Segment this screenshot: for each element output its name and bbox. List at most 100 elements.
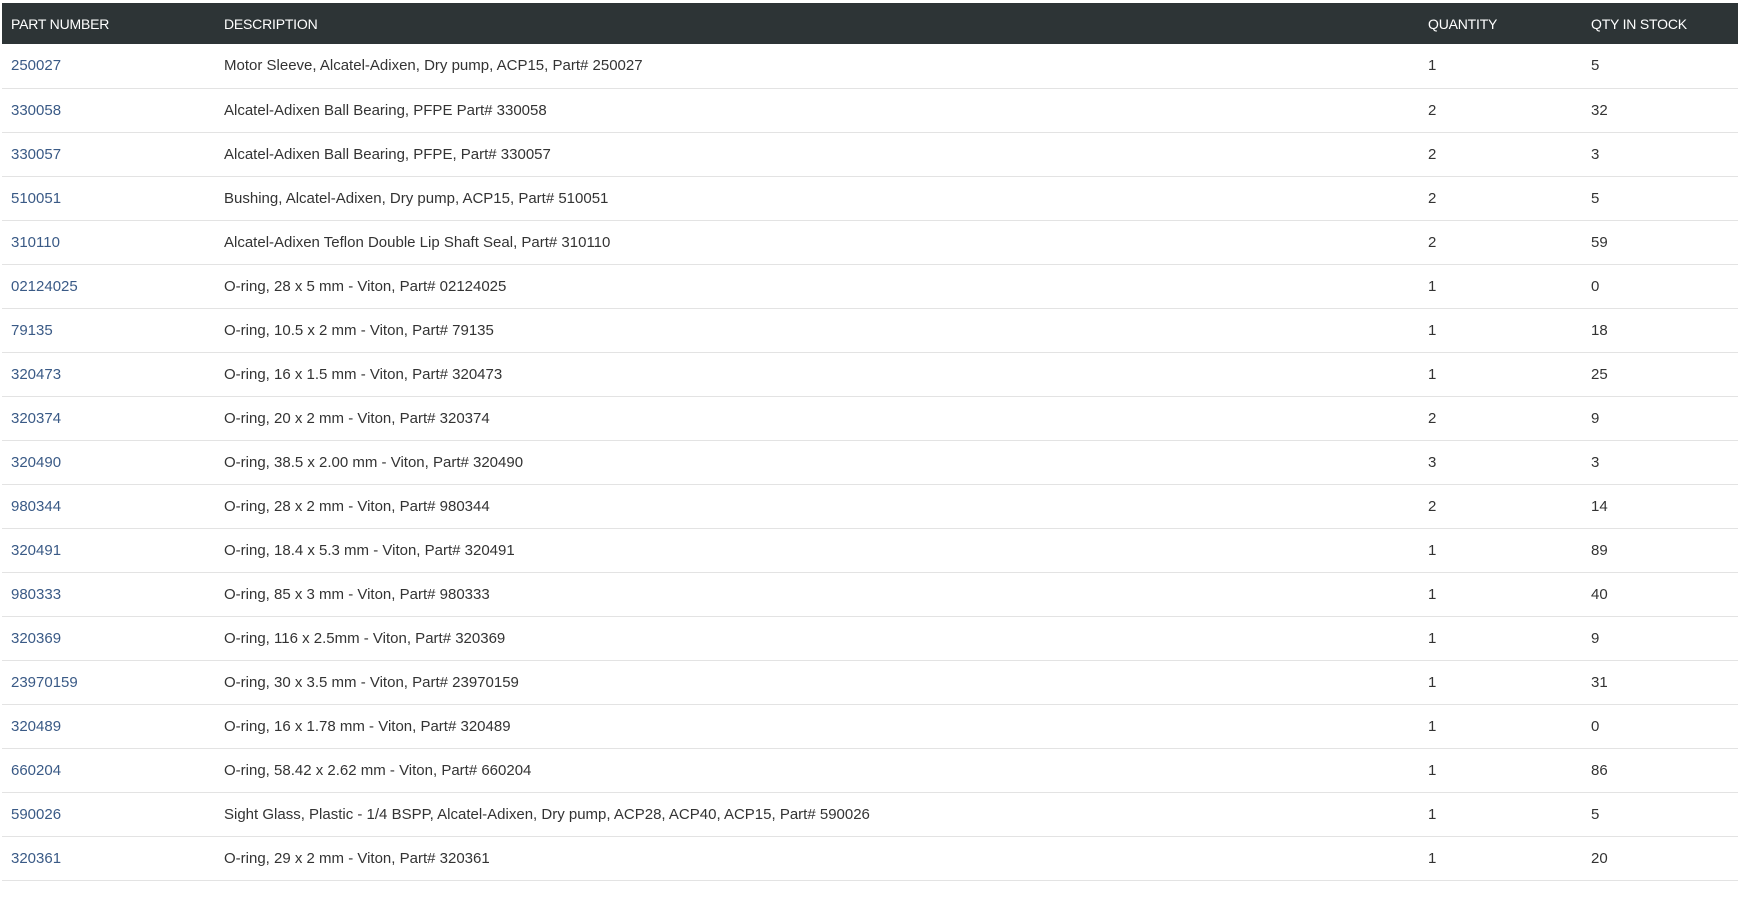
part-number-cell: 330057 (2, 132, 215, 176)
quantity-cell: 1 (1428, 585, 1437, 603)
table-row: 79135 O-ring, 10.5 x 2 mm - Viton, Part# … (2, 308, 1738, 352)
part-number-link[interactable]: 250027 (11, 57, 61, 74)
description-cell: O-ring, 38.5 x 2.00 mm - Viton, Part# 32… (224, 453, 524, 471)
part-number-cell: 23970159 (2, 660, 215, 704)
qty-in-stock-cell: 31 (1591, 673, 1608, 691)
table-row: 320490 O-ring, 38.5 x 2.00 mm - Viton, Pa… (2, 440, 1738, 484)
description-cell: O-ring, 28 x 5 mm - Viton, Part# 0212402… (224, 277, 507, 295)
description-cell: O-ring, 16 x 1.78 mm - Viton, Part# 3204… (224, 717, 511, 735)
table-row: 980344 O-ring, 28 x 2 mm - Viton, Part# 9… (2, 484, 1738, 528)
part-number-cell: 79135 (2, 308, 215, 352)
part-number-cell: 980344 (2, 484, 215, 528)
qty-in-stock-cell: 40 (1591, 585, 1608, 603)
part-number-link[interactable]: 310110 (11, 234, 60, 251)
part-number-cell: 590026 (2, 792, 215, 836)
column-header-quantity: QUANTITY (1428, 15, 1498, 32)
description-cell: Alcatel-Adixen Ball Bearing, PFPE, Part#… (224, 145, 551, 163)
qty-in-stock-cell: 9 (1591, 629, 1600, 647)
description-cell: Bushing, Alcatel-Adixen, Dry pump, ACP15… (224, 189, 609, 207)
quantity-cell: 1 (1428, 717, 1437, 735)
quantity-cell: 2 (1428, 145, 1437, 163)
part-number-cell: 02124025 (2, 264, 215, 308)
quantity-cell: 2 (1428, 189, 1437, 207)
column-header-part-number: PART NUMBER (11, 15, 110, 32)
qty-in-stock-cell: 86 (1591, 761, 1608, 779)
table-row: 320361 O-ring, 29 x 2 mm - Viton, Part# 3… (2, 836, 1738, 880)
part-number-link[interactable]: 320361 (11, 850, 61, 867)
qty-in-stock-cell: 5 (1591, 189, 1600, 207)
description-cell: O-ring, 10.5 x 2 mm - Viton, Part# 79135 (224, 321, 494, 339)
description-cell: O-ring, 16 x 1.5 mm - Viton, Part# 32047… (224, 365, 503, 383)
table-row: 320491 O-ring, 18.4 x 5.3 mm - Viton, Par… (2, 528, 1738, 572)
part-number-link[interactable]: 320473 (11, 366, 61, 383)
table-row: 320473 O-ring, 16 x 1.5 mm - Viton, Part#… (2, 352, 1738, 396)
part-number-cell: 510051 (2, 176, 215, 220)
quantity-cell: 1 (1428, 629, 1437, 647)
qty-in-stock-cell: 0 (1591, 277, 1600, 295)
part-number-cell: 980333 (2, 572, 215, 616)
qty-in-stock-cell: 25 (1591, 365, 1608, 383)
table-row: 330057 Alcatel-Adixen Ball Bearing, PFPE,… (2, 132, 1738, 176)
part-number-link[interactable]: 79135 (11, 322, 53, 339)
part-number-link[interactable]: 330057 (11, 146, 61, 163)
quantity-cell: 1 (1428, 849, 1437, 867)
table-header: PART NUMBER DESCRIPTION QUANTITY QTY IN … (2, 3, 1738, 44)
qty-in-stock-cell: 32 (1591, 101, 1608, 119)
quantity-cell: 1 (1428, 57, 1437, 75)
quantity-cell: 2 (1428, 233, 1437, 251)
description-cell: O-ring, 20 x 2 mm - Viton, Part# 320374 (224, 409, 490, 427)
part-number-cell: 250027 (2, 44, 215, 88)
qty-in-stock-cell: 18 (1591, 321, 1608, 339)
part-number-link[interactable]: 02124025 (11, 278, 78, 295)
description-cell: Alcatel-Adixen Teflon Double Lip Shaft S… (224, 233, 611, 251)
description-cell: O-ring, 58.42 x 2.62 mm - Viton, Part# 6… (224, 761, 532, 779)
part-number-link[interactable]: 320369 (11, 630, 61, 647)
description-cell: Alcatel-Adixen Ball Bearing, PFPE Part# … (224, 101, 547, 119)
table-row: 330058 Alcatel-Adixen Ball Bearing, PFPE … (2, 88, 1738, 132)
description-cell: Motor Sleeve, Alcatel-Adixen, Dry pump, … (224, 57, 643, 75)
part-number-cell: 320369 (2, 616, 215, 660)
part-number-cell: 320489 (2, 704, 215, 748)
quantity-cell: 2 (1428, 497, 1437, 515)
qty-in-stock-cell: 20 (1591, 849, 1608, 867)
part-number-link[interactable]: 320489 (11, 718, 61, 735)
part-number-cell: 310110 (2, 220, 215, 264)
description-cell: O-ring, 116 x 2.5mm - Viton, Part# 32036… (224, 629, 506, 647)
quantity-cell: 1 (1428, 321, 1437, 339)
part-number-link[interactable]: 510051 (11, 190, 61, 207)
description-cell: O-ring, 85 x 3 mm - Viton, Part# 980333 (224, 585, 490, 603)
part-number-link[interactable]: 320490 (11, 454, 61, 471)
table-row: 02124025 O-ring, 28 x 5 mm - Viton, Part#… (2, 264, 1738, 308)
part-number-link[interactable]: 660204 (11, 762, 61, 779)
part-number-cell: 320473 (2, 352, 215, 396)
qty-in-stock-cell: 59 (1591, 233, 1608, 251)
column-header-qty-in-stock: QTY IN STOCK (1591, 15, 1687, 32)
quantity-cell: 1 (1428, 805, 1437, 823)
quantity-cell: 3 (1428, 453, 1437, 471)
part-number-link[interactable]: 320374 (11, 410, 61, 427)
description-cell: Sight Glass, Plastic - 1/4 BSPP, Alcatel… (224, 805, 870, 823)
part-number-link[interactable]: 23970159 (11, 674, 78, 691)
qty-in-stock-cell: 14 (1591, 497, 1608, 515)
table-row: 320369 O-ring, 116 x 2.5mm - Viton, Part#… (2, 616, 1738, 660)
part-number-link[interactable]: 330058 (11, 102, 61, 119)
description-cell: O-ring, 29 x 2 mm - Viton, Part# 320361 (224, 849, 490, 867)
qty-in-stock-cell: 0 (1591, 717, 1600, 735)
table-body: 250027 Motor Sleeve, Alcatel-Adixen, Dry … (2, 44, 1738, 880)
column-header-description: DESCRIPTION (224, 15, 318, 32)
table-row: 320489 O-ring, 16 x 1.78 mm - Viton, Part… (2, 704, 1738, 748)
part-number-link[interactable]: 980333 (11, 586, 61, 603)
quantity-cell: 1 (1428, 673, 1437, 691)
table-row: 980333 O-ring, 85 x 3 mm - Viton, Part# 9… (2, 572, 1738, 616)
part-number-link[interactable]: 980344 (11, 498, 61, 515)
quantity-cell: 1 (1428, 541, 1437, 559)
part-number-cell: 660204 (2, 748, 215, 792)
header-row: PART NUMBER DESCRIPTION QUANTITY QTY IN … (2, 3, 1738, 44)
description-cell: O-ring, 28 x 2 mm - Viton, Part# 980344 (224, 497, 490, 515)
part-number-link[interactable]: 320491 (11, 542, 61, 559)
description-cell: O-ring, 18.4 x 5.3 mm - Viton, Part# 320… (224, 541, 515, 559)
part-number-link[interactable]: 590026 (11, 806, 61, 823)
part-number-cell: 320490 (2, 440, 215, 484)
part-number-cell: 320491 (2, 528, 215, 572)
part-number-cell: 320374 (2, 396, 215, 440)
